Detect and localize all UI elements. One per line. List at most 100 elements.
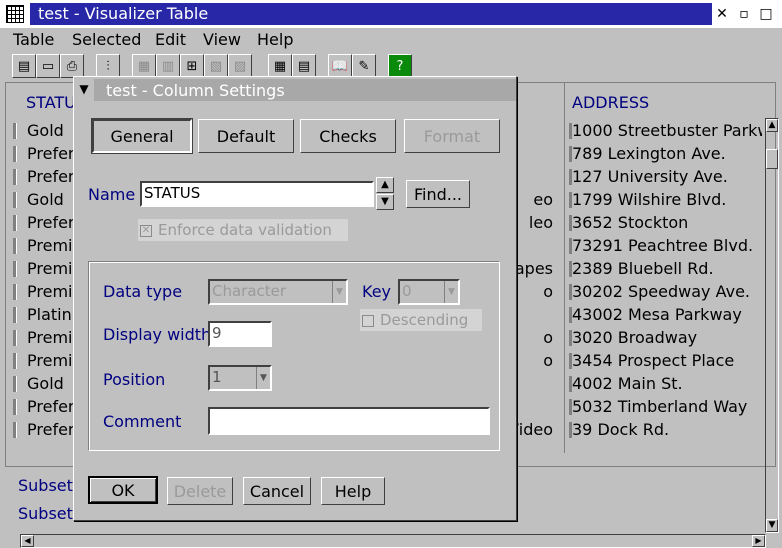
scroll-up-icon[interactable]: ▲: [766, 119, 778, 132]
row-header[interactable]: [13, 353, 17, 369]
row-header[interactable]: [13, 376, 17, 392]
status-cell[interactable]: Prefer: [27, 213, 75, 232]
settings-slider-icon[interactable]: ⫶: [96, 54, 120, 78]
data-type-select[interactable]: Character ▼: [208, 279, 348, 305]
form-view-icon[interactable]: ▤: [292, 54, 316, 78]
scroll-right-icon[interactable]: ▶: [752, 535, 765, 547]
data-type-value: Character: [212, 282, 287, 300]
menu-edit[interactable]: Edit: [155, 30, 186, 49]
minimize-icon[interactable]: ▫: [736, 6, 752, 22]
row-header[interactable]: [13, 146, 17, 162]
scroll-left-icon[interactable]: ◀: [21, 535, 34, 547]
row-header[interactable]: [13, 169, 17, 185]
enforce-validation-checkbox[interactable]: ✕ Enforce data validation: [138, 219, 348, 241]
row-header[interactable]: [13, 261, 17, 277]
table-app-icon[interactable]: [6, 5, 24, 23]
key-select[interactable]: 0 ▼: [398, 279, 460, 305]
tab-default[interactable]: Default: [198, 119, 294, 153]
address-cell[interactable]: 43002 Mesa Parkway: [572, 305, 742, 324]
status-cell[interactable]: Gold: [27, 374, 64, 393]
address-cell[interactable]: 30202 Speedway Ave.: [572, 282, 750, 301]
delete-row-icon[interactable]: ▧: [204, 54, 228, 78]
address-cell[interactable]: 4002 Main St.: [572, 374, 683, 393]
partial-cell[interactable]: o: [543, 328, 553, 347]
chevron-down-icon[interactable]: ▼: [256, 367, 270, 389]
row-header[interactable]: [13, 215, 17, 231]
partial-cell[interactable]: o: [543, 282, 553, 301]
status-cell[interactable]: Prefer: [27, 167, 75, 186]
address-cell[interactable]: 5032 Timberland Way: [572, 397, 747, 416]
address-cell[interactable]: 1000 Streetbuster Parkwa: [572, 121, 762, 140]
partial-cell[interactable]: apes: [515, 259, 553, 278]
maximize-icon[interactable]: □: [758, 6, 774, 22]
partial-cell[interactable]: leo: [529, 213, 553, 232]
address-cell[interactable]: 39 Dock Rd.: [572, 420, 669, 439]
address-cell[interactable]: 3454 Prospect Place: [572, 351, 734, 370]
scroll-down-icon[interactable]: ▼: [766, 519, 778, 532]
delete-column-icon[interactable]: ▨: [228, 54, 252, 78]
partial-cell[interactable]: eo: [533, 190, 553, 209]
row-header[interactable]: [13, 284, 17, 300]
address-cell[interactable]: 127 University Ave.: [572, 167, 728, 186]
position-select[interactable]: 1 ▼: [208, 365, 272, 391]
row-header[interactable]: [13, 422, 17, 438]
status-cell[interactable]: Gold: [27, 190, 64, 209]
row-header[interactable]: [13, 123, 17, 139]
address-cell[interactable]: 789 Lexington Ave.: [572, 144, 726, 163]
descending-checkbox[interactable]: Descending: [360, 309, 482, 331]
row-header[interactable]: [13, 399, 17, 415]
subset-label-2[interactable]: Subset: [18, 504, 73, 523]
horizontal-scrollbar[interactable]: ◀ ▶: [20, 534, 766, 548]
chevron-down-icon[interactable]: ▼: [332, 281, 346, 303]
status-cell[interactable]: Prefer: [27, 397, 75, 416]
insert-column-icon[interactable]: ▥: [156, 54, 180, 78]
tab-format[interactable]: Format: [404, 119, 500, 153]
row-header[interactable]: [13, 330, 17, 346]
dialog-menu-icon[interactable]: ▼: [76, 81, 92, 97]
address-cell[interactable]: 73291 Peachtree Blvd.: [572, 236, 753, 255]
column-header-address[interactable]: ADDRESS: [572, 93, 649, 117]
row-header[interactable]: [13, 238, 17, 254]
open-folder-icon[interactable]: ▭: [36, 54, 60, 78]
cancel-button[interactable]: Cancel: [243, 477, 311, 505]
chevron-down-icon[interactable]: ▼: [444, 281, 458, 303]
comment-field[interactable]: [208, 407, 490, 435]
print-icon[interactable]: ⎙: [60, 54, 84, 78]
partial-cell[interactable]: o: [543, 351, 553, 370]
tab-checks[interactable]: Checks: [300, 119, 396, 153]
status-cell[interactable]: Prefer: [27, 144, 75, 163]
display-width-field[interactable]: 9: [208, 321, 272, 347]
find-button[interactable]: Find...: [406, 180, 470, 208]
save-icon[interactable]: ▤: [12, 54, 36, 78]
column-settings-icon[interactable]: ⊞: [180, 54, 204, 78]
menu-table[interactable]: Table: [13, 30, 54, 49]
book-icon[interactable]: 📖: [328, 54, 352, 78]
menu-view[interactable]: View: [203, 30, 241, 49]
address-cell[interactable]: 3652 Stockton: [572, 213, 688, 232]
row-header[interactable]: [13, 192, 17, 208]
address-cell[interactable]: 3020 Broadway: [572, 328, 697, 347]
row-header[interactable]: [13, 307, 17, 323]
delete-button[interactable]: Delete: [167, 477, 233, 505]
spin-down-icon[interactable]: ▼: [376, 194, 394, 210]
name-spinner[interactable]: ▲ ▼: [376, 177, 394, 211]
address-cell[interactable]: 1799 Wilshire Blvd.: [572, 190, 726, 209]
ok-button[interactable]: OK: [88, 476, 158, 504]
help-icon[interactable]: ?: [388, 54, 412, 78]
scroll-thumb[interactable]: [766, 149, 778, 169]
pencil-icon[interactable]: ✎: [352, 54, 376, 78]
tab-general[interactable]: General: [91, 118, 193, 154]
insert-row-icon[interactable]: ▦: [132, 54, 156, 78]
subset-label-1[interactable]: Subset: [18, 476, 73, 495]
name-field[interactable]: STATUS: [140, 181, 374, 207]
address-cell[interactable]: 2389 Bluebell Rd.: [572, 259, 714, 278]
table-view-icon[interactable]: ▦: [268, 54, 292, 78]
close-icon[interactable]: ✕: [714, 6, 730, 22]
status-cell[interactable]: Gold: [27, 121, 64, 140]
vertical-scrollbar[interactable]: ▲ ▼: [765, 118, 779, 533]
help-button[interactable]: Help: [321, 477, 385, 505]
status-cell[interactable]: Prefer: [27, 420, 75, 439]
menu-help[interactable]: Help: [257, 30, 293, 49]
spin-up-icon[interactable]: ▲: [376, 177, 394, 193]
menu-selected[interactable]: Selected: [72, 30, 141, 49]
